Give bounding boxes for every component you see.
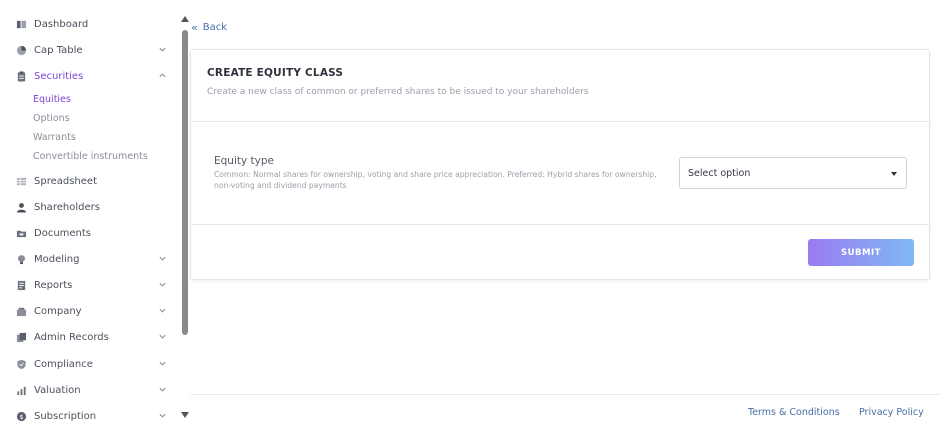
dollar-icon: $: [15, 410, 27, 422]
sidebar-item-shareholders[interactable]: Shareholders: [15, 197, 175, 217]
folder-icon: [15, 227, 27, 239]
valuation-icon: [15, 384, 27, 396]
sidebar-item-label: Valuation: [34, 384, 81, 396]
chevron-down-icon: [158, 280, 167, 289]
sidebar: Dashboard Cap Table Securities Equities …: [0, 0, 180, 429]
divider: [191, 121, 929, 122]
sidebar-item-label: Admin Records: [34, 331, 109, 343]
sidebar-item-reports[interactable]: Reports: [15, 275, 175, 295]
scrollbar-thumb[interactable]: [182, 30, 188, 335]
page-subtitle: Create a new class of common or preferre…: [207, 87, 589, 97]
sidebar-item-subscription[interactable]: $ Subscription: [15, 406, 175, 426]
select-value: Select option: [688, 168, 751, 179]
footer-divider: [190, 394, 940, 395]
create-equity-class-card: CREATE EQUITY CLASS Create a new class o…: [190, 49, 930, 280]
sidebar-subitem-options[interactable]: Options: [33, 110, 70, 126]
sidebar-item-compliance[interactable]: Compliance: [15, 354, 175, 374]
equity-type-help: Common: Normal shares for ownership, vot…: [214, 170, 657, 190]
report-icon: [15, 279, 27, 291]
sidebar-item-cap-table[interactable]: Cap Table: [15, 40, 175, 60]
sidebar-item-label: Dashboard: [34, 18, 89, 30]
sidebar-item-label: Modeling: [34, 253, 80, 265]
equity-type-select[interactable]: Select option: [679, 157, 907, 189]
shield-icon: [15, 358, 27, 370]
sidebar-item-admin-records[interactable]: Admin Records: [15, 327, 175, 347]
sidebar-item-label: Reports: [34, 279, 73, 291]
sidebar-subitem-equities[interactable]: Equities: [33, 91, 71, 107]
privacy-link[interactable]: Privacy Policy: [859, 407, 924, 418]
chevron-down-icon: [158, 411, 167, 420]
sidebar-item-spreadsheet[interactable]: Spreadsheet: [15, 171, 175, 191]
sidebar-item-label: Securities: [34, 70, 84, 82]
spreadsheet-icon: [15, 175, 27, 187]
back-label: Back: [202, 22, 228, 33]
sidebar-item-label: Cap Table: [34, 44, 83, 56]
equity-type-label: Equity type: [214, 155, 274, 167]
scroll-up-arrow[interactable]: [181, 16, 189, 22]
submit-button[interactable]: SUBMIT: [808, 239, 914, 266]
building-icon: [15, 305, 27, 317]
sidebar-item-company[interactable]: Company: [15, 301, 175, 321]
back-link[interactable]: « Back: [191, 22, 227, 33]
sidebar-item-label: Documents: [34, 227, 92, 239]
sidebar-item-label: Spreadsheet: [34, 175, 97, 187]
scroll-down-arrow[interactable]: [181, 412, 189, 418]
records-icon: [15, 331, 27, 343]
sidebar-item-dashboard[interactable]: Dashboard: [15, 14, 175, 34]
sidebar-item-label: Compliance: [34, 358, 93, 370]
page-title: CREATE EQUITY CLASS: [207, 67, 344, 79]
sidebar-item-securities[interactable]: Securities: [15, 66, 175, 86]
chevron-down-icon: [158, 332, 167, 341]
sidebar-item-valuation[interactable]: Valuation: [15, 380, 175, 400]
svg-text:$: $: [19, 412, 23, 420]
sidebar-subitem-convertible-instruments[interactable]: Convertible instruments: [33, 148, 148, 164]
pie-chart-icon: [15, 44, 27, 56]
chevron-down-icon: [158, 359, 167, 368]
terms-link[interactable]: Terms & Conditions: [748, 407, 840, 418]
clipboard-icon: [15, 70, 27, 82]
divider: [191, 224, 929, 225]
sidebar-item-label: Subscription: [34, 410, 97, 422]
chevron-up-icon: [158, 71, 167, 80]
caret-down-icon: [891, 172, 897, 176]
sidebar-item-documents[interactable]: Documents: [15, 223, 175, 243]
sidebar-item-modeling[interactable]: Modeling: [15, 249, 175, 269]
dashboard-icon: [15, 18, 27, 30]
sidebar-item-label: Shareholders: [34, 201, 100, 213]
chevron-down-icon: [158, 45, 167, 54]
chevron-down-icon: [158, 385, 167, 394]
sidebar-item-label: Company: [34, 305, 82, 317]
sidebar-subitem-warrants[interactable]: Warrants: [33, 129, 76, 145]
chevron-down-icon: [158, 254, 167, 263]
user-icon: [15, 201, 27, 213]
lightbulb-icon: [15, 253, 27, 265]
chevron-down-icon: [158, 306, 167, 315]
double-chevron-left-icon: «: [191, 21, 198, 34]
